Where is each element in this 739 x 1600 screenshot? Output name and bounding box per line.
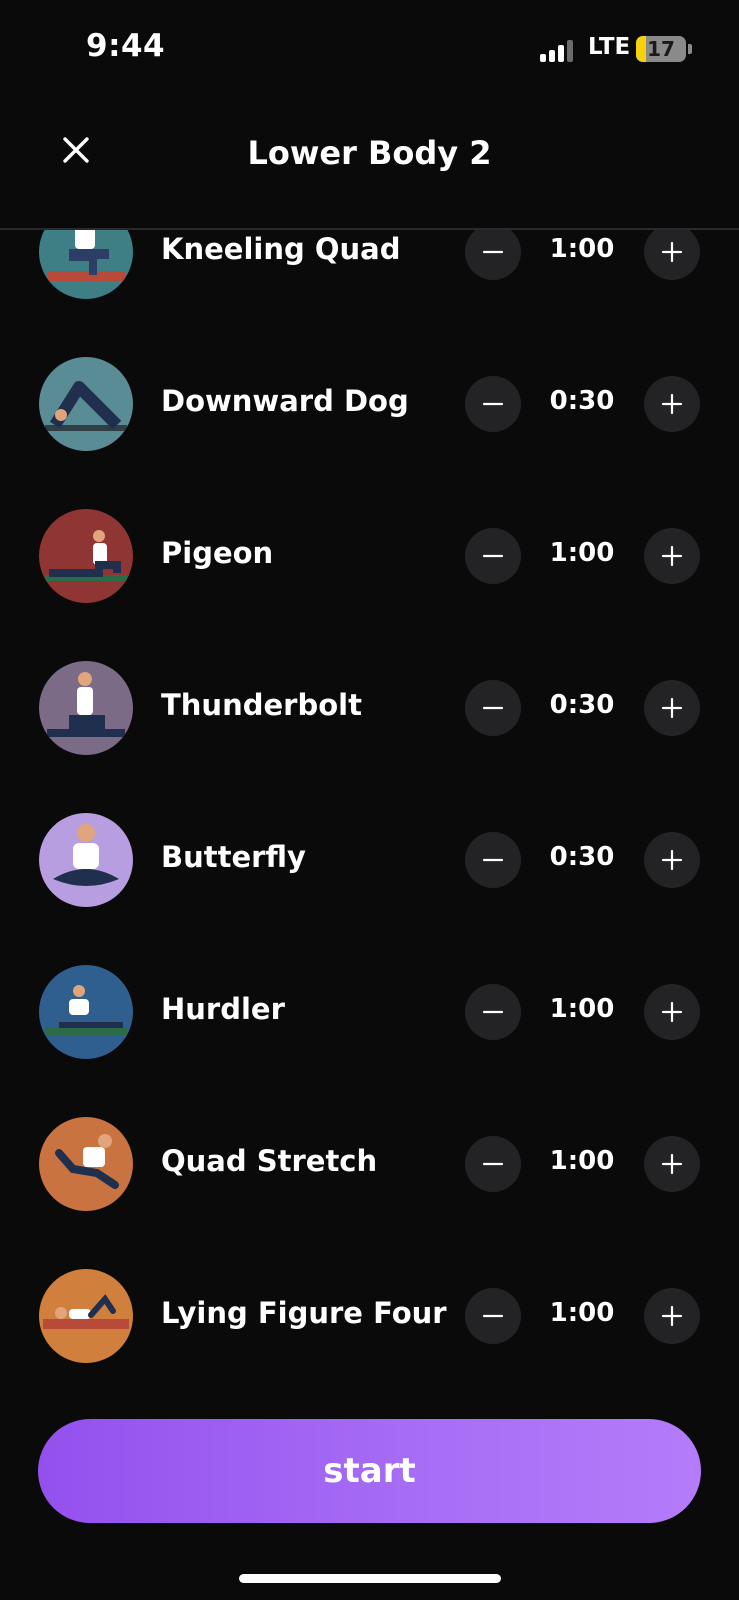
decrease-duration-button[interactable] xyxy=(465,528,521,584)
downward-dog-illustration xyxy=(45,381,127,431)
exercise-avatar xyxy=(39,357,133,451)
exercise-name: Downward Dog xyxy=(161,384,409,418)
exercise-duration: 1:00 xyxy=(549,538,615,568)
plus-icon xyxy=(661,393,683,415)
kneeling-quad-illustration xyxy=(47,230,125,281)
status-bar: 9:44 LTE 17 xyxy=(0,0,739,100)
decrease-duration-button[interactable] xyxy=(465,1136,521,1192)
plus-icon xyxy=(661,1305,683,1327)
exercise-duration: 0:30 xyxy=(549,842,615,872)
minus-icon xyxy=(482,1162,504,1166)
exercise-avatar xyxy=(39,1117,133,1211)
status-time: 9:44 xyxy=(86,28,166,64)
plus-icon xyxy=(661,697,683,719)
exercise-list[interactable]: Kneeling Quad 1:00 Downward Dog 0:30 Pig… xyxy=(0,230,739,1385)
minus-icon xyxy=(482,1010,504,1014)
butterfly-illustration xyxy=(53,824,119,886)
battery-icon: 17 xyxy=(636,36,686,62)
exercise-row: Lying Figure Four 1:00 xyxy=(0,1256,739,1376)
minus-icon xyxy=(482,402,504,406)
exercise-avatar xyxy=(39,813,133,907)
increase-duration-button[interactable] xyxy=(644,1136,700,1192)
decrease-duration-button[interactable] xyxy=(465,984,521,1040)
minus-icon xyxy=(482,706,504,710)
exercise-duration: 1:00 xyxy=(549,1298,615,1328)
battery-nub xyxy=(688,44,692,54)
minus-icon xyxy=(482,250,504,254)
thunderbolt-illustration xyxy=(47,672,125,737)
increase-duration-button[interactable] xyxy=(644,230,700,280)
exercise-name: Butterfly xyxy=(161,840,306,874)
exercise-row: Kneeling Quad 1:00 xyxy=(0,230,739,312)
exercise-avatar xyxy=(39,1269,133,1363)
quad-stretch-illustration xyxy=(55,1134,119,1189)
plus-icon xyxy=(661,1153,683,1175)
exercise-avatar xyxy=(39,509,133,603)
decrease-duration-button[interactable] xyxy=(465,376,521,432)
decrease-duration-button[interactable] xyxy=(465,230,521,280)
minus-icon xyxy=(482,858,504,862)
exercise-avatar xyxy=(39,230,133,299)
exercise-row: Hurdler 1:00 xyxy=(0,952,739,1072)
exercise-avatar xyxy=(39,965,133,1059)
exercise-avatar xyxy=(39,661,133,755)
increase-duration-button[interactable] xyxy=(644,376,700,432)
increase-duration-button[interactable] xyxy=(644,1288,700,1344)
increase-duration-button[interactable] xyxy=(644,528,700,584)
increase-duration-button[interactable] xyxy=(644,984,700,1040)
network-type: LTE xyxy=(588,34,631,60)
exercise-duration: 1:00 xyxy=(549,994,615,1024)
pigeon-illustration xyxy=(45,530,127,581)
exercise-duration: 1:00 xyxy=(549,234,615,264)
decrease-duration-button[interactable] xyxy=(465,832,521,888)
exercise-duration: 0:30 xyxy=(549,690,615,720)
plus-icon xyxy=(661,545,683,567)
plus-icon xyxy=(661,1001,683,1023)
page-title: Lower Body 2 xyxy=(247,134,492,172)
home-indicator xyxy=(239,1574,501,1583)
hurdler-illustration xyxy=(45,985,127,1035)
exercise-name: Lying Figure Four xyxy=(161,1296,447,1330)
increase-duration-button[interactable] xyxy=(644,680,700,736)
exercise-name: Kneeling Quad xyxy=(161,232,401,266)
signal-icon xyxy=(540,38,580,62)
exercise-row: Pigeon 1:00 xyxy=(0,496,739,616)
nav-header: Lower Body 2 xyxy=(0,100,739,230)
increase-duration-button[interactable] xyxy=(644,832,700,888)
start-button[interactable]: start xyxy=(38,1419,701,1523)
exercise-name: Thunderbolt xyxy=(161,688,362,722)
plus-icon xyxy=(661,849,683,871)
exercise-duration: 0:30 xyxy=(549,386,615,416)
exercise-row: Thunderbolt 0:30 xyxy=(0,648,739,768)
exercise-row: Quad Stretch 1:00 xyxy=(0,1104,739,1224)
minus-icon xyxy=(482,1314,504,1318)
exercise-name: Hurdler xyxy=(161,992,285,1026)
exercise-duration: 1:00 xyxy=(549,1146,615,1176)
exercise-row: Butterfly 0:30 xyxy=(0,800,739,920)
plus-icon xyxy=(661,241,683,263)
exercise-name: Pigeon xyxy=(161,536,274,570)
decrease-duration-button[interactable] xyxy=(465,1288,521,1344)
exercise-name: Quad Stretch xyxy=(161,1144,378,1178)
exercise-row: Downward Dog 0:30 xyxy=(0,344,739,464)
lying-figure-four-illustration xyxy=(43,1294,129,1329)
battery-level: 17 xyxy=(647,37,675,61)
decrease-duration-button[interactable] xyxy=(465,680,521,736)
minus-icon xyxy=(482,554,504,558)
